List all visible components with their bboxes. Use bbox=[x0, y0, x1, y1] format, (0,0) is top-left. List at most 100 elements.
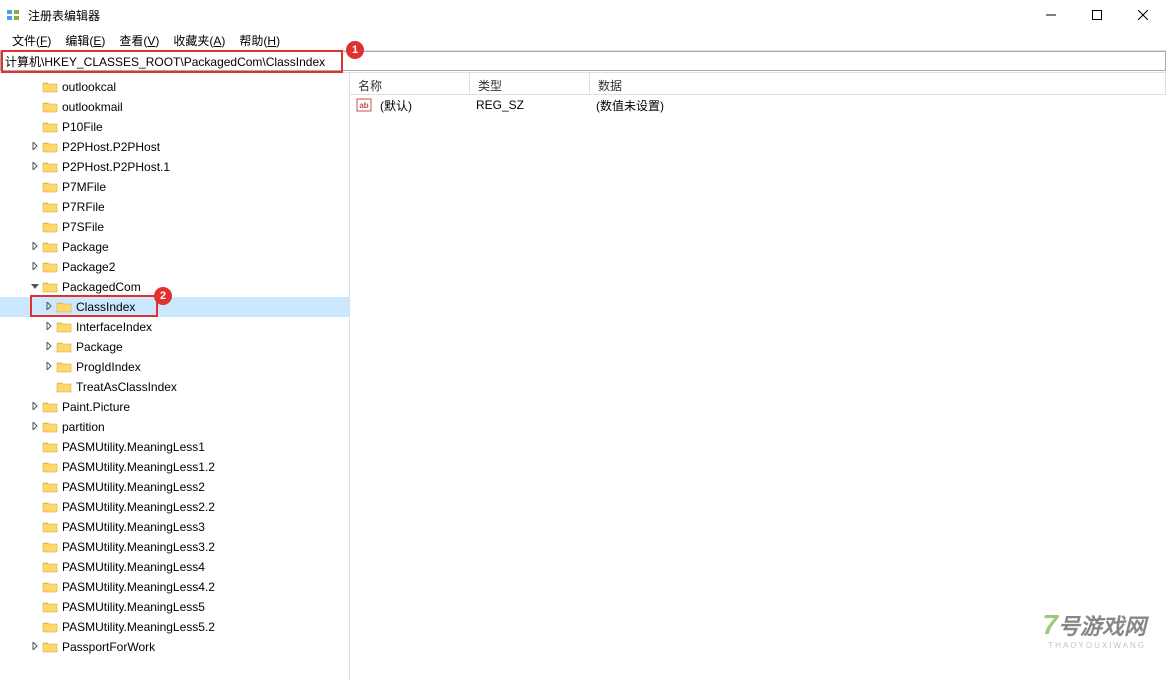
tree-item[interactable]: >PASMUtility.MeaningLess5 bbox=[0, 597, 349, 617]
tree-item-label: PASMUtility.MeaningLess4.2 bbox=[62, 580, 215, 594]
folder-icon bbox=[42, 580, 58, 594]
menu-e[interactable]: 编辑(E) bbox=[59, 30, 111, 51]
tree-item-label: PASMUtility.MeaningLess3 bbox=[62, 520, 205, 534]
tree-item-label: P7SFile bbox=[62, 220, 104, 234]
tree-item[interactable]: Package bbox=[0, 237, 349, 257]
address-input[interactable]: 计算机\HKEY_CLASSES_ROOT\PackagedCom\ClassI… bbox=[0, 51, 1166, 71]
menu-v[interactable]: 查看(V) bbox=[113, 30, 165, 51]
close-button[interactable] bbox=[1120, 0, 1166, 30]
tree-item[interactable]: >PASMUtility.MeaningLess4.2 bbox=[0, 577, 349, 597]
address-path: 计算机\HKEY_CLASSES_ROOT\PackagedCom\ClassI… bbox=[5, 53, 325, 70]
tree-item[interactable]: InterfaceIndex bbox=[0, 317, 349, 337]
folder-icon bbox=[42, 180, 58, 194]
tree-item[interactable]: >outlookcal bbox=[0, 77, 349, 97]
tree-item[interactable]: >P7SFile bbox=[0, 217, 349, 237]
tree-item[interactable]: >PASMUtility.MeaningLess1.2 bbox=[0, 457, 349, 477]
annotation-callout-2: 2 bbox=[154, 287, 172, 305]
chevron-right-icon[interactable] bbox=[28, 402, 42, 413]
tree-item[interactable]: >outlookmail bbox=[0, 97, 349, 117]
folder-icon bbox=[42, 100, 58, 114]
tree-item-label: P2PHost.P2PHost bbox=[62, 140, 160, 154]
tree-item[interactable]: >P10File bbox=[0, 117, 349, 137]
chevron-down-icon[interactable] bbox=[28, 282, 42, 293]
maximize-button[interactable] bbox=[1074, 0, 1120, 30]
tree-item[interactable]: Package2 bbox=[0, 257, 349, 277]
tree-pane[interactable]: >outlookcal>outlookmail>P10File P2PHost.P… bbox=[0, 73, 350, 680]
folder-icon bbox=[42, 540, 58, 554]
tree-item-label: Paint.Picture bbox=[62, 400, 130, 414]
tree-item-label: TreatAsClassIndex bbox=[76, 380, 177, 394]
tree-item-label: PASMUtility.MeaningLess2.2 bbox=[62, 500, 215, 514]
minimize-button[interactable] bbox=[1028, 0, 1074, 30]
tree-item[interactable]: >TreatAsClassIndex bbox=[0, 377, 349, 397]
tree-item[interactable]: PackagedCom bbox=[0, 277, 349, 297]
folder-icon bbox=[42, 500, 58, 514]
tree-item[interactable]: ProgIdIndex bbox=[0, 357, 349, 377]
tree-item[interactable]: >PASMUtility.MeaningLess4 bbox=[0, 557, 349, 577]
chevron-right-icon[interactable] bbox=[28, 422, 42, 433]
tree-item-label: PASMUtility.MeaningLess3.2 bbox=[62, 540, 215, 554]
tree-item[interactable]: P2PHost.P2PHost bbox=[0, 137, 349, 157]
tree-item-label: outlookcal bbox=[62, 80, 116, 94]
tree-item[interactable]: >P7RFile bbox=[0, 197, 349, 217]
folder-icon bbox=[42, 400, 58, 414]
tree-item-label: P2PHost.P2PHost.1 bbox=[62, 160, 170, 174]
chevron-right-icon[interactable] bbox=[28, 162, 42, 173]
folder-icon bbox=[42, 620, 58, 634]
menu-a[interactable]: 收藏夹(A) bbox=[167, 30, 231, 51]
chevron-right-icon[interactable] bbox=[28, 642, 42, 653]
column-data[interactable]: 数据 bbox=[590, 73, 1166, 94]
tree-item[interactable]: >PASMUtility.MeaningLess2.2 bbox=[0, 497, 349, 517]
app-icon bbox=[6, 7, 22, 23]
chevron-right-icon[interactable] bbox=[42, 362, 56, 373]
folder-icon bbox=[42, 140, 58, 154]
annotation-callout-1: 1 bbox=[346, 41, 364, 59]
tree-item[interactable]: P2PHost.P2PHost.1 bbox=[0, 157, 349, 177]
menu-h[interactable]: 帮助(H) bbox=[233, 30, 286, 51]
watermark: 7号游戏网 THAOYOUXIWANG bbox=[1042, 609, 1146, 650]
tree-item-label: PackagedCom bbox=[62, 280, 141, 294]
tree-item-label: P7MFile bbox=[62, 180, 106, 194]
chevron-right-icon[interactable] bbox=[28, 142, 42, 153]
list-pane[interactable]: 名称 类型 数据 ab(默认)REG_SZ(数值未设置) bbox=[350, 73, 1166, 680]
tree-item-label: ProgIdIndex bbox=[76, 360, 141, 374]
tree-item[interactable]: >PASMUtility.MeaningLess2 bbox=[0, 477, 349, 497]
folder-icon bbox=[42, 240, 58, 254]
column-type[interactable]: 类型 bbox=[470, 73, 590, 94]
watermark-sub: THAOYOUXIWANG bbox=[1042, 641, 1146, 650]
menu-f[interactable]: 文件(F) bbox=[6, 30, 57, 51]
chevron-right-icon[interactable] bbox=[42, 302, 56, 313]
tree-item-label: Package bbox=[62, 240, 109, 254]
tree-item-label: PASMUtility.MeaningLess1 bbox=[62, 440, 205, 454]
column-name[interactable]: 名称 bbox=[350, 73, 470, 94]
svg-text:ab: ab bbox=[359, 101, 368, 110]
tree-item[interactable]: >PASMUtility.MeaningLess3.2 bbox=[0, 537, 349, 557]
tree-item[interactable]: >PASMUtility.MeaningLess3 bbox=[0, 517, 349, 537]
tree-item[interactable]: >PASMUtility.MeaningLess1 bbox=[0, 437, 349, 457]
tree-item[interactable]: PassportForWork bbox=[0, 637, 349, 657]
tree-item[interactable]: ClassIndex bbox=[0, 297, 349, 317]
tree-item-label: PASMUtility.MeaningLess1.2 bbox=[62, 460, 215, 474]
folder-icon bbox=[42, 520, 58, 534]
chevron-right-icon[interactable] bbox=[42, 342, 56, 353]
watermark-text: 号游戏网 bbox=[1058, 614, 1146, 639]
folder-icon bbox=[56, 380, 72, 394]
tree-item-label: P7RFile bbox=[62, 200, 105, 214]
tree-item[interactable]: Package bbox=[0, 337, 349, 357]
tree-item[interactable]: >PASMUtility.MeaningLess5.2 bbox=[0, 617, 349, 637]
list-row[interactable]: ab(默认)REG_SZ(数值未设置) bbox=[350, 95, 1166, 115]
tree-item[interactable]: partition bbox=[0, 417, 349, 437]
tree-item-label: PASMUtility.MeaningLess4 bbox=[62, 560, 205, 574]
chevron-right-icon[interactable] bbox=[28, 262, 42, 273]
chevron-right-icon[interactable] bbox=[28, 242, 42, 253]
tree-item[interactable]: Paint.Picture bbox=[0, 397, 349, 417]
value-data: (数值未设置) bbox=[588, 97, 672, 114]
list-header: 名称 类型 数据 bbox=[350, 73, 1166, 95]
tree-item[interactable]: >P7MFile bbox=[0, 177, 349, 197]
string-value-icon: ab bbox=[356, 98, 372, 112]
folder-icon bbox=[42, 480, 58, 494]
window-title: 注册表编辑器 bbox=[28, 7, 100, 24]
folder-icon bbox=[42, 220, 58, 234]
tree-item-label: Package2 bbox=[62, 260, 115, 274]
chevron-right-icon[interactable] bbox=[42, 322, 56, 333]
